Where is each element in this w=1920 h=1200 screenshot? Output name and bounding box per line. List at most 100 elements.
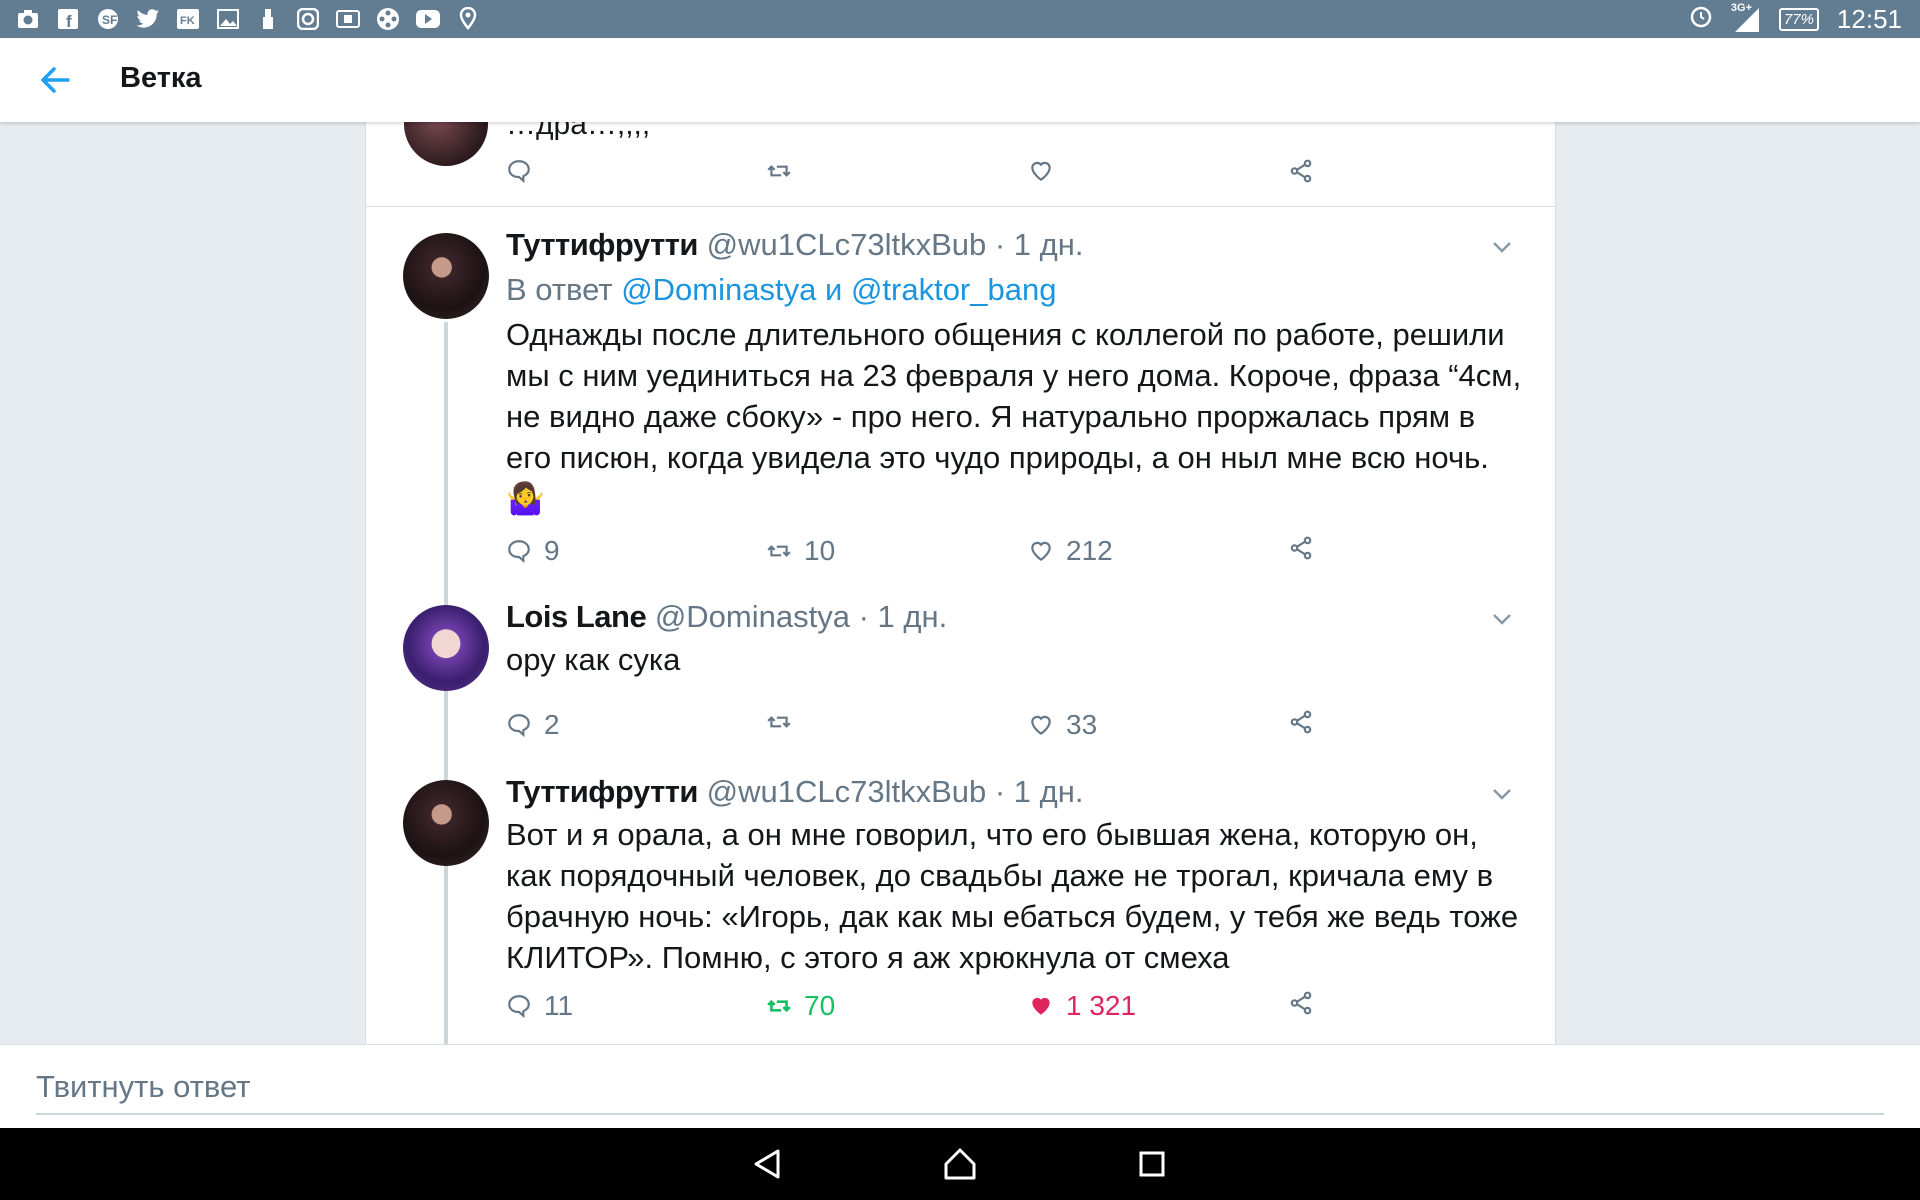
sd-card-icon: [336, 7, 360, 31]
avatar[interactable]: [403, 233, 489, 319]
share-button[interactable]: [1288, 709, 1314, 735]
instagram-icon: [296, 7, 320, 31]
share-button[interactable]: [1288, 158, 1314, 184]
like-button[interactable]: [1028, 158, 1054, 184]
share-icon: [1290, 710, 1312, 734]
share-button[interactable]: [1288, 990, 1314, 1016]
nav-home-icon[interactable]: [942, 1146, 978, 1182]
user-name[interactable]: Lois Lane: [506, 599, 647, 634]
usb-icon: [256, 7, 280, 31]
image-icon: [216, 7, 240, 31]
share-icon: [1290, 991, 1312, 1015]
facebook-icon: f: [56, 7, 80, 31]
tweet-text: Вот и я орала, а он мне говорил, что его…: [506, 817, 1519, 975]
tweet-time: · 1 дн.: [994, 774, 1084, 809]
like-count: 33: [1066, 709, 1098, 740]
tweet-text: …дра…,,,,: [506, 122, 651, 141]
retweet-count: 70: [804, 990, 836, 1021]
retweet-icon: [767, 545, 791, 557]
tweet-header: Туттифрутти @wu1CLc73ltkxBub · 1 дн.: [506, 227, 1083, 263]
svg-text:f: f: [66, 12, 72, 29]
camera-icon: [16, 7, 40, 31]
vk-icon: FK: [176, 7, 200, 31]
tweet-text: ору как сука: [506, 642, 681, 677]
retweet-icon: [767, 999, 791, 1013]
tweet-time: · 1 дн.: [858, 599, 948, 634]
reply-button[interactable]: 11: [506, 990, 573, 1022]
thread-panel[interactable]: …дра…,,,, Туттифрутти @wu1CLc73ltkxBub ·…: [365, 122, 1556, 1044]
tweet-time: · 1 дн.: [994, 227, 1084, 262]
retweet-icon: [767, 165, 791, 177]
mention-link[interactable]: @traktor_bang: [851, 272, 1057, 307]
nav-recents-icon[interactable]: [1134, 1146, 1170, 1182]
user-name[interactable]: Туттифрутти: [506, 227, 699, 262]
user-handle[interactable]: @wu1CLc73ltkxBub: [707, 774, 987, 809]
share-button[interactable]: [1288, 535, 1314, 561]
film-reel-icon: [376, 7, 400, 31]
like-button[interactable]: 1 321: [1028, 990, 1136, 1022]
user-handle[interactable]: @Dominastya: [655, 599, 850, 634]
system-status: 3G+ 77% 12:51: [1689, 0, 1902, 38]
chevron-down-icon[interactable]: [1491, 240, 1513, 254]
retweet-button[interactable]: 10: [766, 535, 835, 567]
nav-back-icon[interactable]: [750, 1146, 786, 1182]
youtube-icon: [416, 7, 440, 31]
tweet-actions: 2 33: [506, 709, 1326, 743]
retweet-button[interactable]: 70: [766, 990, 835, 1022]
tweet[interactable]: Lois Lane @Dominastya · 1 дн. ору как су…: [366, 594, 1555, 764]
tweet-header: Lois Lane @Dominastya · 1 дн.: [506, 599, 947, 635]
like-count: 1 321: [1066, 990, 1137, 1021]
user-handle[interactable]: @wu1CLc73ltkxBub: [707, 227, 987, 262]
reply-button[interactable]: [506, 158, 532, 184]
tweet-header: Туттифрутти @wu1CLc73ltkxBub · 1 дн.: [506, 774, 1083, 810]
svg-text:SF: SF: [102, 13, 117, 27]
heart-icon: [1031, 715, 1051, 735]
partial-tweet[interactable]: …дра…,,,,: [366, 122, 1555, 207]
retweet-button[interactable]: [766, 709, 804, 735]
reply-button[interactable]: 2: [506, 709, 560, 741]
tweet[interactable]: Туттифрутти @wu1CLc73ltkxBub · 1 дн. В о…: [366, 222, 1555, 582]
alarm-icon: [1689, 4, 1713, 35]
avatar[interactable]: [404, 122, 488, 166]
avatar[interactable]: [403, 780, 489, 866]
tweet-actions: [506, 158, 1326, 192]
back-arrow-icon[interactable]: [36, 62, 76, 98]
tweet-actions: 9 10 212: [506, 535, 1326, 569]
heart-icon: [1031, 161, 1051, 181]
location-icon: [456, 7, 480, 31]
reply-count: 11: [544, 990, 574, 1021]
retweet-button[interactable]: [766, 158, 792, 184]
retweet-icon: [767, 716, 791, 728]
reply-count: 9: [544, 535, 560, 566]
share-icon: [1290, 536, 1312, 560]
chevron-down-icon[interactable]: [1491, 612, 1513, 626]
reply-button[interactable]: 9: [506, 535, 560, 567]
reply-and: и: [824, 272, 843, 307]
page-title: Ветка: [120, 62, 202, 94]
tweet-actions: 11 70 1 321: [506, 990, 1326, 1024]
like-button[interactable]: 212: [1028, 535, 1113, 567]
retweet-count: 10: [804, 535, 836, 566]
reply-icon: [508, 160, 530, 184]
twitter-icon: [136, 7, 160, 31]
battery-level: 77%: [1778, 7, 1819, 31]
tweet[interactable]: Туттифрутти @wu1CLc73ltkxBub · 1 дн. Вот…: [366, 769, 1555, 1044]
reply-input[interactable]: Твитнуть ответ: [36, 1069, 1884, 1115]
chevron-down-icon[interactable]: [1491, 787, 1513, 801]
mention-link[interactable]: @Dominastya: [621, 272, 816, 307]
notification-icons: f SF FK: [16, 6, 480, 32]
avatar[interactable]: [403, 605, 489, 691]
reply-prefix: В ответ: [506, 272, 613, 307]
soundcloud-icon: SF: [96, 7, 120, 31]
share-icon: [1290, 159, 1312, 183]
reply-icon: [508, 995, 530, 1019]
heart-icon: [1032, 997, 1050, 1015]
clock: 12:51: [1836, 3, 1902, 34]
app-bar: Ветка: [0, 38, 1920, 122]
tweet-text: Однажды после длительного общения с колл…: [506, 317, 1522, 516]
like-count: 212: [1066, 535, 1113, 566]
reply-icon: [508, 714, 530, 738]
reply-icon: [508, 540, 530, 564]
user-name[interactable]: Туттифрутти: [506, 774, 699, 809]
like-button[interactable]: 33: [1028, 709, 1097, 741]
